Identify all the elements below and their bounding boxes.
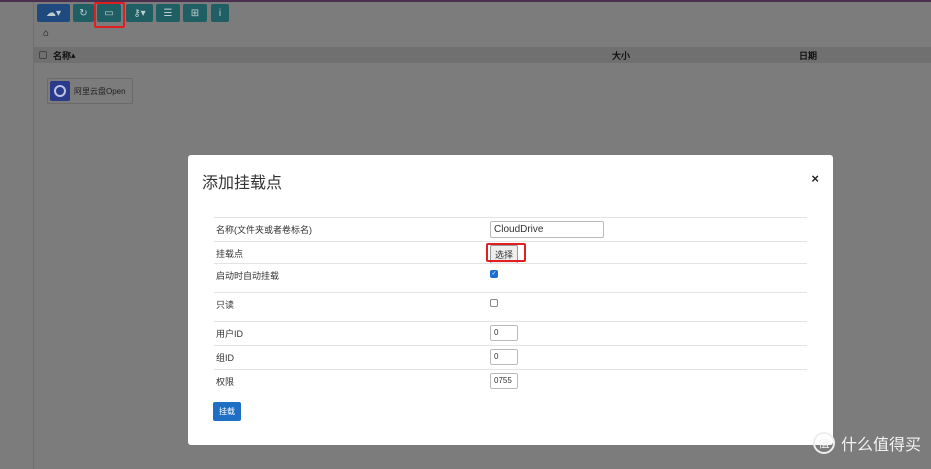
sort-asc-icon: ▴	[71, 49, 76, 60]
row-mountpoint: 挂载点 选择	[214, 241, 807, 264]
mountpoint-label: 挂载点	[216, 249, 244, 259]
item-label: 阿里云盘Open	[74, 86, 126, 96]
uid-label: 用户ID	[216, 329, 244, 339]
aliyun-drive-icon	[50, 81, 70, 101]
readonly-label: 只读	[216, 300, 235, 310]
cloud-menu-button[interactable]: ☁▾	[37, 4, 70, 22]
refresh-button[interactable]: ↻	[73, 4, 94, 22]
gid-label: 组ID	[216, 353, 235, 363]
name-input[interactable]: CloudDrive	[490, 221, 604, 238]
uid-input[interactable]: 0	[490, 325, 518, 341]
watermark-logo: 值	[812, 432, 835, 454]
row-readonly: 只读	[214, 292, 807, 321]
row-permission: 权限 0755	[214, 369, 807, 393]
add-mount-dialog: 添加挂载点 × 名称(文件夹或者卷标名) CloudDrive 挂载点 选择 启…	[188, 155, 833, 445]
dialog-title: 添加挂载点	[202, 175, 283, 192]
key-icon: ⚷▾	[133, 7, 146, 19]
permission-label: 权限	[216, 377, 235, 387]
row-gid: 组ID 0	[214, 345, 807, 369]
automount-checkbox[interactable]: ✓	[490, 270, 498, 278]
name-label: 名称(文件夹或者卷标名)	[216, 225, 312, 235]
refresh-icon: ↻	[79, 7, 88, 19]
close-icon[interactable]: ×	[811, 171, 819, 186]
key-menu-button[interactable]: ⚷▾	[126, 4, 153, 22]
mount-submit-button[interactable]: 挂载	[213, 402, 241, 421]
info-icon: i	[218, 7, 222, 19]
automount-label: 启动时自动挂载	[216, 271, 280, 281]
permission-input[interactable]: 0755	[490, 373, 518, 389]
highlight-box	[486, 243, 526, 262]
row-automount: 启动时自动挂载 ✓	[214, 263, 807, 292]
list-icon: ☰	[163, 7, 173, 19]
row-uid: 用户ID 0	[214, 321, 807, 345]
list-item[interactable]: 阿里云盘Open	[47, 78, 133, 104]
tree-view-button[interactable]: ⊞	[183, 4, 207, 22]
highlight-box	[94, 2, 125, 28]
home-icon[interactable]: ⌂	[43, 28, 49, 39]
tree-icon: ⊞	[190, 7, 200, 19]
list-view-button[interactable]: ☰	[156, 4, 180, 22]
cloud-icon: ☁▾	[45, 7, 62, 19]
watermark: 值 什么值得买	[812, 431, 921, 455]
watermark-text: 什么值得买	[840, 437, 921, 454]
column-name[interactable]: 名称	[53, 49, 71, 62]
info-button[interactable]: i	[211, 4, 229, 22]
gid-input[interactable]: 0	[490, 349, 518, 365]
column-size[interactable]: 大小	[612, 49, 630, 62]
row-name: 名称(文件夹或者卷标名) CloudDrive	[214, 217, 807, 241]
table-header: 名称 ▴ 大小 日期	[34, 47, 931, 63]
column-date[interactable]: 日期	[799, 49, 817, 62]
select-all-checkbox[interactable]	[39, 51, 47, 59]
readonly-checkbox[interactable]	[490, 299, 498, 307]
